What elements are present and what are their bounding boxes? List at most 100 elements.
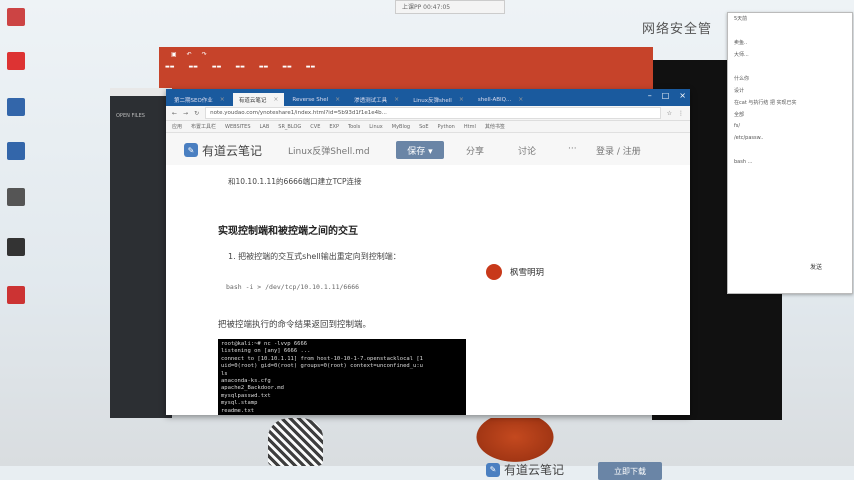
document-content: 和10.10.1.11的6666端口建立TCP连接 实现控制端和被控端之间的交互…: [166, 165, 690, 480]
chat-message: 全部: [734, 112, 745, 118]
bookmark-item[interactable]: MyBlog: [392, 124, 410, 130]
tab-label: shell-ABIQ...: [477, 96, 512, 103]
avatar: [486, 264, 502, 280]
browser-tab[interactable]: 第二期SEO作业 ×: [168, 93, 231, 106]
url-input[interactable]: note.youdao.com/ynoteshare1/index.html?i…: [205, 107, 661, 119]
terminal-line: mysql.stamp: [221, 400, 258, 407]
close-icon[interactable]: ×: [394, 96, 399, 103]
browser-tab[interactable]: 渗透测试工具 ×: [348, 93, 405, 106]
forward-icon[interactable]: →: [183, 110, 188, 117]
save-icon[interactable]: ▣: [171, 51, 177, 58]
desktop-icon[interactable]: [4, 238, 28, 258]
tab-label: Reverse Shel: [292, 96, 329, 103]
app-icon: [7, 238, 25, 256]
send-button[interactable]: 发送: [810, 262, 822, 271]
bookmark-item[interactable]: SoE: [419, 124, 428, 130]
star-icon[interactable]: ☆: [667, 110, 672, 117]
mascot-image: [470, 418, 560, 466]
tab-label: 有道云笔记: [238, 97, 267, 104]
bookmark-item[interactable]: Linux: [369, 124, 382, 130]
minimize-icon[interactable]: –: [648, 91, 652, 100]
chat-window: 5天前 卖鱼.. 大师... 什么你 设计 在cat 与执行结 把 实现已实 全部 fs/ /e…: [727, 12, 853, 294]
paragraph: 把被控端执行的命令结果返回到控制端。: [218, 320, 372, 330]
browser-tab[interactable]: shell-ABIQ... ×: [472, 93, 529, 106]
address-bar: ← → ↻ note.youdao.com/ynoteshare1/index.…: [166, 106, 690, 121]
close-icon[interactable]: ×: [220, 96, 225, 103]
ribbon-tab[interactable]: ▬▬: [165, 64, 174, 70]
browser-tab[interactable]: Reverse Shel ×: [286, 93, 346, 106]
browser-tab-active[interactable]: 有道云笔记 ×: [232, 93, 285, 106]
bookmark-item[interactable]: CVE: [310, 124, 320, 130]
chat-message: fs/: [734, 123, 741, 129]
background-title: 网络安全管: [642, 22, 713, 37]
bookmark-item[interactable]: 布置工具栏: [191, 123, 216, 130]
close-icon[interactable]: ×: [518, 96, 523, 103]
chat-message: [728, 61, 852, 73]
app-icon: [7, 188, 25, 206]
author-name: 枫雪明玥: [510, 268, 545, 278]
menu-icon[interactable]: ⋮: [678, 110, 684, 117]
ribbon-tab[interactable]: ▬▬: [235, 64, 244, 70]
chat-message: 大师...: [734, 52, 749, 58]
sublime-window: OPEN FILES: [110, 88, 172, 418]
download-button[interactable]: 立即下载: [598, 462, 662, 480]
ribbon-tab[interactable]: ▬▬: [259, 64, 268, 70]
browser-tab[interactable]: Linux反弹shell ×: [407, 93, 470, 106]
bookmark-item[interactable]: SR_BLOG: [278, 124, 301, 130]
bookmark-item[interactable]: Tools: [348, 124, 360, 130]
section-heading: 实现控制端和被控端之间的交互: [218, 226, 358, 237]
paragraph: 和10.10.1.11的6666端口建立TCP连接: [228, 177, 362, 186]
terminal-line: mysqlpasswd.txt: [221, 392, 271, 399]
desktop-icon[interactable]: [4, 286, 28, 306]
ribbon-tab[interactable]: ▬▬: [282, 64, 291, 70]
youdao-logo-icon: ✎: [184, 143, 198, 157]
bookmark-item[interactable]: 其他书签: [485, 123, 505, 130]
tab-label: 第二期SEO作业: [174, 97, 213, 104]
app-icon: [7, 98, 25, 116]
close-icon[interactable]: ×: [459, 96, 464, 103]
comment-link[interactable]: 讨论: [518, 144, 536, 157]
bookmark-item[interactable]: Html: [464, 124, 476, 130]
recording-bar: 上课PP 00:47:05: [395, 0, 505, 14]
reload-icon[interactable]: ↻: [194, 110, 199, 117]
chat-message: bash ...: [734, 159, 753, 165]
app-icon: [7, 8, 25, 26]
list-item: 1. 把被控端的交互式shell输出重定向到控制端：: [228, 252, 401, 261]
share-link[interactable]: 分享: [466, 144, 484, 157]
bookmark-item[interactable]: LAB: [260, 124, 270, 130]
author-block: 枫雪明玥: [486, 264, 544, 280]
bookmark-item[interactable]: WEBSITES: [225, 124, 250, 130]
desktop-icon[interactable]: [4, 98, 28, 118]
maximize-icon[interactable]: □: [662, 91, 670, 100]
tab-label: 渗透测试工具: [354, 97, 388, 104]
save-button[interactable]: 保存 ▾: [396, 141, 444, 159]
undo-icon[interactable]: ↶: [187, 51, 192, 58]
chat-message: 在cat 与执行结 把 实现已实: [734, 100, 797, 106]
youdao-logo[interactable]: ✎ 有道云笔记: [184, 142, 262, 159]
close-window-icon[interactable]: ×: [679, 91, 686, 100]
desktop-icon[interactable]: [4, 188, 28, 208]
desktop-icon[interactable]: [4, 142, 28, 162]
bookmark-item[interactable]: 应用: [172, 123, 182, 130]
mascot-shoe-image: [268, 418, 323, 466]
bookmark-item[interactable]: EXP: [329, 124, 339, 130]
desktop-icon[interactable]: [4, 52, 28, 72]
close-icon[interactable]: ×: [273, 96, 278, 103]
close-icon[interactable]: ×: [335, 96, 340, 103]
window-controls: – □ ×: [648, 91, 686, 100]
desktop-icon[interactable]: [4, 8, 28, 28]
more-link[interactable]: ···: [568, 144, 577, 154]
ribbon-tab[interactable]: ▬▬: [212, 64, 221, 70]
bookmark-item[interactable]: Python: [438, 124, 455, 130]
back-icon[interactable]: ←: [172, 110, 177, 117]
redo-icon[interactable]: ↷: [202, 51, 207, 58]
terminal-line: readme.txt: [221, 407, 255, 414]
login-link[interactable]: 登录 / 注册: [596, 144, 641, 157]
tab-label: Linux反弹shell: [413, 97, 452, 104]
youdao-header: ✎ 有道云笔记 Linux反弹Shell.md 保存 ▾ 分享 讨论 ··· 登…: [166, 133, 690, 168]
ribbon-tab[interactable]: ▬▬: [306, 64, 315, 70]
terminal-line: root@kali:~# nc -lvvp 6666: [221, 341, 308, 347]
office-quick-access: ▣ ↶ ↷: [159, 47, 653, 61]
app-icon: [7, 286, 25, 304]
ribbon-tab[interactable]: ▬▬: [188, 64, 197, 70]
